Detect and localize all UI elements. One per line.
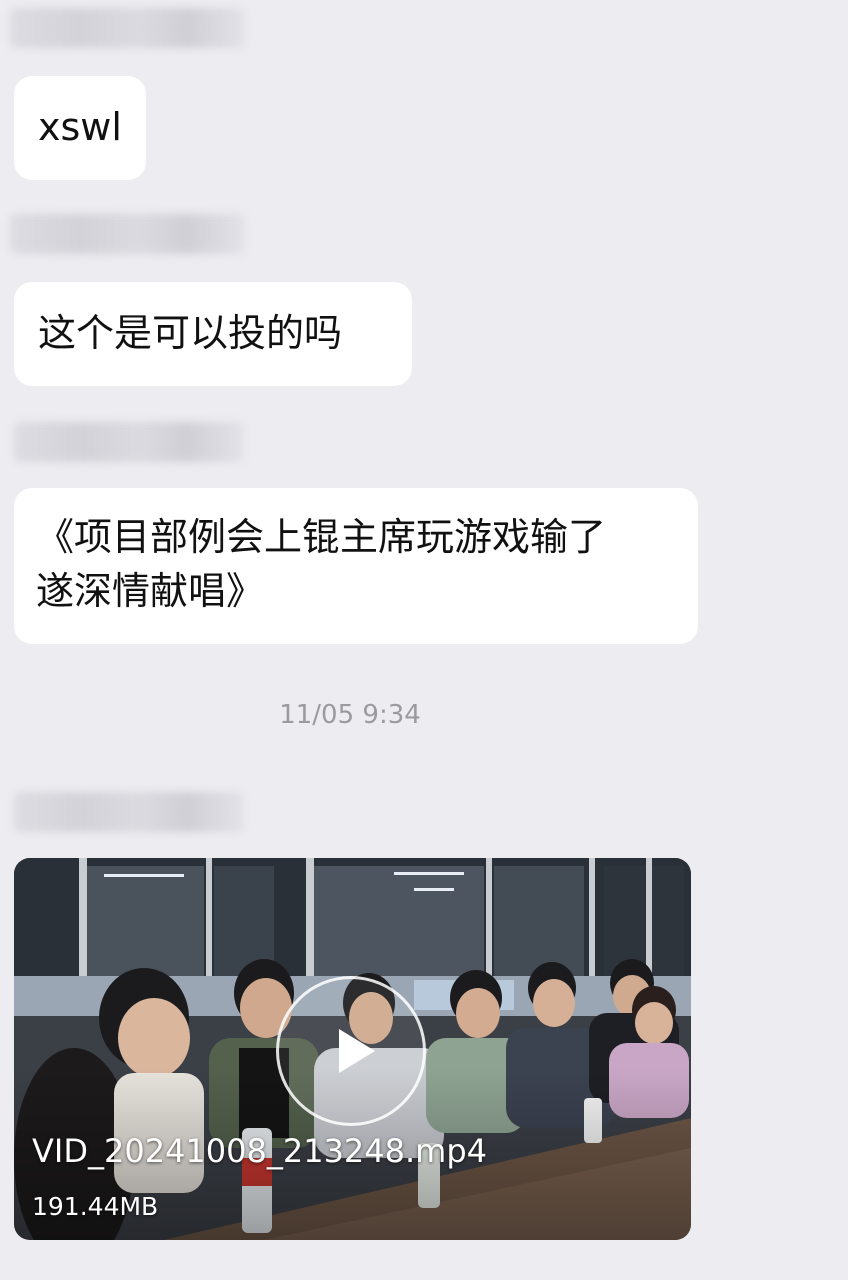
blurred-sender-name: [10, 8, 245, 48]
play-button[interactable]: [276, 976, 426, 1126]
message-bubble[interactable]: 《项目部例会上锟主席玩游戏输了 遂深情献唱》: [14, 488, 698, 644]
message-bubble[interactable]: 这个是可以投的吗: [14, 282, 412, 386]
message-bubble[interactable]: xswl: [14, 76, 146, 180]
video-message[interactable]: VID_20241008_213248.mp4 191.44MB: [14, 858, 691, 1240]
video-filename: VID_20241008_213248.mp4: [32, 1132, 488, 1170]
play-icon: [339, 1029, 375, 1073]
message-text: 《项目部例会上锟主席玩游戏输了 遂深情献唱》: [36, 515, 607, 613]
blurred-sender-name: [10, 214, 245, 254]
blurred-sender-name: [14, 422, 244, 462]
message-timestamp: 11/05 9:34: [279, 700, 421, 730]
video-file-size: 191.44MB: [32, 1192, 159, 1221]
message-text: 这个是可以投的吗: [38, 311, 343, 355]
message-text: xswl: [38, 105, 122, 149]
blurred-sender-name: [14, 792, 244, 832]
